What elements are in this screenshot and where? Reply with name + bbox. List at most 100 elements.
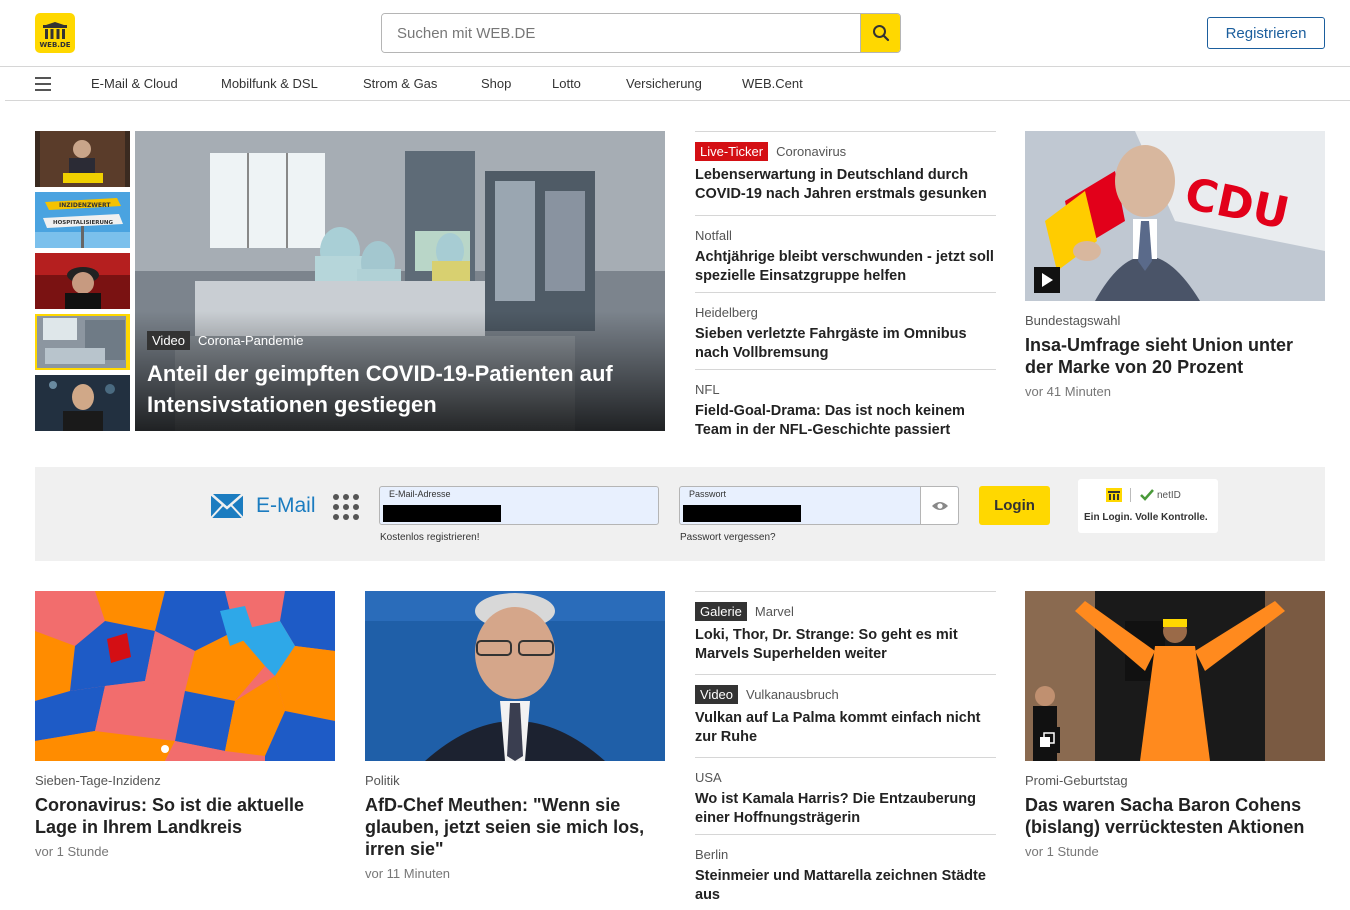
search-button[interactable] bbox=[860, 14, 900, 52]
main-nav: E-Mail & Cloud Mobilfunk & DSL Strom & G… bbox=[5, 67, 1350, 101]
card-kicker: Sieben-Tage-Inzidenz bbox=[35, 773, 161, 788]
card-image bbox=[365, 591, 665, 761]
netid-info[interactable]: netID Ein Login. Volle Kontrolle. bbox=[1078, 479, 1218, 533]
news-title[interactable]: Steinmeier und Mattarella zeichnen Städt… bbox=[695, 867, 996, 905]
play-icon[interactable] bbox=[1034, 267, 1060, 293]
hero-thumbnails: INZIDENZWERT HOSPITALISIERUNG bbox=[35, 131, 130, 436]
bottom-news-list: Galerie Marvel Loki, Thor, Dr. Strange: S… bbox=[695, 591, 996, 910]
hamburger-menu-icon[interactable] bbox=[35, 77, 51, 91]
card-inzidenz-map[interactable]: Sieben-Tage-Inzidenz Coronavirus: So ist… bbox=[35, 591, 335, 859]
card-time: vor 41 Minuten bbox=[1025, 384, 1111, 399]
news-kicker: Notfall bbox=[695, 227, 732, 243]
news-title[interactable]: Lebenserwartung in Deutschland durch COV… bbox=[695, 166, 996, 204]
email-service-logo[interactable]: E-Mail bbox=[210, 493, 316, 519]
card-kicker: Bundestagswahl bbox=[1025, 313, 1121, 328]
news-title[interactable]: Loki, Thor, Dr. Strange: So geht es mit … bbox=[695, 626, 996, 664]
news-kicker: NFL bbox=[695, 381, 720, 397]
card-image bbox=[1025, 591, 1325, 761]
card-kicker: Promi-Geburtstag bbox=[1025, 773, 1128, 788]
news-title[interactable]: Sieben verletzte Fahrgäste im Omnibus na… bbox=[695, 325, 996, 363]
hero-teaser[interactable]: Video Corona-Pandemie Anteil der geimpft… bbox=[135, 131, 665, 431]
login-button[interactable]: Login bbox=[979, 486, 1050, 525]
search-box bbox=[381, 13, 901, 53]
card-afd-meuthen[interactable]: Politik AfD-Chef Meuthen: "Wenn sie glau… bbox=[365, 591, 665, 881]
thumb-text-hospital: HOSPITALISIERUNG bbox=[53, 220, 114, 226]
news-kicker: Vulkanausbruch bbox=[746, 686, 839, 702]
thumbnail-gruden[interactable] bbox=[35, 253, 130, 309]
logo-text: WEB.DE bbox=[39, 41, 71, 49]
nav-shop[interactable]: Shop bbox=[481, 76, 511, 91]
card-kicker: Politik bbox=[365, 773, 400, 788]
card-baron-cohen[interactable]: Promi-Geburtstag Das waren Sacha Baron C… bbox=[1025, 591, 1325, 859]
news-item[interactable]: USA Wo ist Kamala Harris? Die Entzauberu… bbox=[695, 757, 996, 834]
nav-strom-gas[interactable]: Strom & Gas bbox=[363, 76, 437, 91]
thumbnail-kruse[interactable] bbox=[35, 375, 130, 431]
forgot-password-link[interactable]: Passwort vergessen? bbox=[680, 532, 776, 543]
email-value-redacted bbox=[383, 505, 501, 522]
nav-mobilfunk-dsl[interactable]: Mobilfunk & DSL bbox=[221, 76, 318, 91]
nav-versicherung[interactable]: Versicherung bbox=[626, 76, 702, 91]
video-badge: Video bbox=[147, 331, 191, 350]
news-title[interactable]: Achtjährige bleibt verschwunden - jetzt … bbox=[695, 248, 996, 286]
news-item[interactable]: Galerie Marvel Loki, Thor, Dr. Strange: S… bbox=[695, 591, 996, 674]
news-item[interactable]: Berlin Steinmeier und Mattarella zeichne… bbox=[695, 834, 996, 910]
news-kicker: Heidelberg bbox=[695, 304, 758, 320]
brandenburg-gate-icon bbox=[43, 22, 67, 39]
thumbnail-icu[interactable] bbox=[35, 314, 130, 370]
card-bundestagswahl[interactable]: CDU Bundestagswahl Insa-Umfrage sieht Un… bbox=[1025, 131, 1325, 399]
register-link[interactable]: Kostenlos registrieren! bbox=[380, 532, 480, 543]
news-item[interactable]: Live-Ticker Coronavirus Lebenserwartung i… bbox=[695, 131, 996, 215]
netid-check-icon bbox=[1140, 489, 1154, 501]
password-field-label: Passwort bbox=[689, 489, 727, 499]
password-value-redacted bbox=[683, 505, 801, 522]
card-title[interactable]: Insa-Umfrage sieht Union unter der Marke… bbox=[1025, 334, 1325, 378]
register-button[interactable]: Registrieren bbox=[1207, 17, 1325, 49]
webde-logo[interactable]: WEB.DE bbox=[35, 13, 75, 53]
thumbnail-inzidenz[interactable]: INZIDENZWERT HOSPITALISIERUNG bbox=[35, 192, 130, 248]
netid-label: netID bbox=[1157, 489, 1181, 501]
search-icon bbox=[872, 25, 889, 42]
live-ticker-badge: Live-Ticker bbox=[695, 141, 769, 161]
gallery-icon[interactable] bbox=[1034, 727, 1060, 753]
nav-email-cloud[interactable]: E-Mail & Cloud bbox=[91, 76, 178, 91]
card-time: vor 11 Minuten bbox=[365, 866, 451, 881]
news-title[interactable]: Wo ist Kamala Harris? Die Entzauberung e… bbox=[695, 790, 996, 828]
eye-icon bbox=[931, 501, 948, 510]
news-title[interactable]: Vulkan auf La Palma kommt einfach nicht … bbox=[695, 709, 996, 747]
webde-mini-logo-icon bbox=[1106, 488, 1122, 502]
card-title[interactable]: Das waren Sacha Baron Cohens (bislang) v… bbox=[1025, 794, 1325, 838]
header: WEB.DE Registrieren bbox=[0, 0, 1350, 67]
card-title[interactable]: AfD-Chef Meuthen: "Wenn sie glauben, jet… bbox=[365, 794, 665, 860]
news-kicker: USA bbox=[695, 769, 722, 785]
email-field[interactable]: E-Mail-Adresse bbox=[379, 486, 659, 525]
news-item[interactable]: Heidelberg Sieben verletzte Fahrgäste im… bbox=[695, 292, 996, 369]
gallery-badge: Galerie bbox=[695, 601, 747, 621]
netid-claim: Ein Login. Volle Kontrolle. bbox=[1084, 512, 1208, 523]
hero-title[interactable]: Anteil der geimpften COVID-19-Patienten … bbox=[147, 358, 647, 420]
news-kicker: Berlin bbox=[695, 846, 729, 862]
password-field[interactable]: Passwort bbox=[679, 486, 959, 525]
card-image: CDU bbox=[1025, 131, 1325, 301]
nav-webcent[interactable]: WEB.Cent bbox=[742, 76, 803, 91]
thumbnail-johnson[interactable] bbox=[35, 131, 130, 187]
card-time: vor 1 Stunde bbox=[35, 844, 109, 859]
apps-grid-icon[interactable] bbox=[333, 494, 359, 520]
card-title[interactable]: Coronavirus: So ist die aktuelle Lage in… bbox=[35, 794, 335, 838]
top-news-list: Live-Ticker Coronavirus Lebenserwartung i… bbox=[695, 131, 996, 446]
thumb-text-inzidenz: INZIDENZWERT bbox=[59, 202, 111, 209]
news-item[interactable]: Video Vulkanausbruch Vulkan auf La Palma … bbox=[695, 674, 996, 757]
card-image bbox=[35, 591, 335, 761]
card-time: vor 1 Stunde bbox=[1025, 844, 1099, 859]
hero-meta: Video Corona-Pandemie bbox=[147, 331, 304, 350]
news-kicker: Marvel bbox=[754, 603, 794, 619]
email-field-label: E-Mail-Adresse bbox=[389, 489, 451, 499]
search-input[interactable] bbox=[382, 14, 860, 52]
news-title[interactable]: Field-Goal-Drama: Das ist noch keinem Te… bbox=[695, 402, 996, 440]
envelope-icon bbox=[210, 493, 244, 519]
video-badge: Video bbox=[695, 684, 739, 704]
news-item[interactable]: Notfall Achtjährige bleibt verschwunden … bbox=[695, 215, 996, 292]
nav-lotto[interactable]: Lotto bbox=[552, 76, 581, 91]
email-service-label: E-Mail bbox=[256, 494, 316, 517]
show-password-button[interactable] bbox=[920, 487, 958, 524]
news-item[interactable]: NFL Field-Goal-Drama: Das ist noch keine… bbox=[695, 369, 996, 446]
